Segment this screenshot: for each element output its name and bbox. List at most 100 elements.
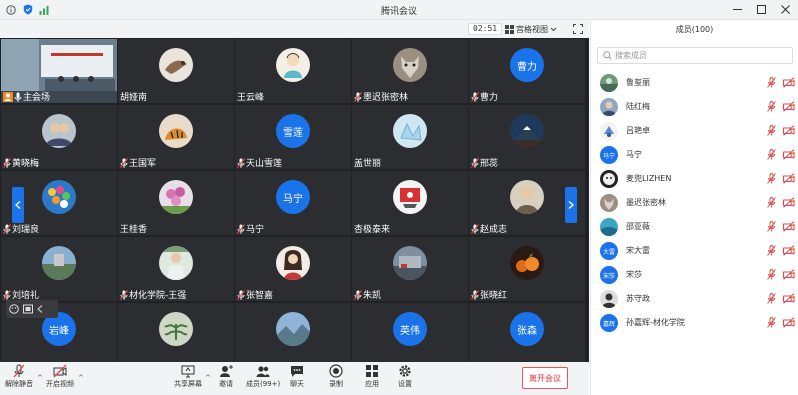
- start-video-button[interactable]: 开启视频: [46, 364, 74, 389]
- tile-name-label: 刘瑞良: [3, 223, 39, 235]
- member-name: 孙嘉辉-材化学院: [626, 318, 685, 327]
- members-button[interactable]: 成员(99+): [246, 364, 280, 389]
- mic-muted-icon: [120, 289, 128, 300]
- member-row[interactable]: 马宁 马宁: [591, 144, 798, 166]
- video-tile[interactable]: 王桂香: [118, 171, 234, 235]
- prev-page-button[interactable]: [12, 187, 24, 223]
- avatar: 马宁: [276, 180, 310, 214]
- video-tile[interactable]: 雪莲 天山雪莲: [235, 105, 351, 169]
- member-row[interactable]: 陆红梅: [591, 96, 798, 118]
- video-tile[interactable]: 张晓红: [469, 237, 585, 301]
- invite-button[interactable]: 邀请: [219, 364, 233, 389]
- camera-off-icon: [783, 77, 795, 88]
- next-page-button[interactable]: [565, 187, 577, 223]
- close-icon[interactable]: [778, 2, 792, 16]
- mic-muted-icon: [237, 223, 245, 234]
- video-tile[interactable]: 王国军: [118, 105, 234, 169]
- member-row[interactable]: 苏守政: [591, 288, 798, 310]
- member-row[interactable]: 邵亚薇: [591, 216, 798, 238]
- layout-icon: [23, 304, 33, 314]
- fullscreen-icon[interactable]: [573, 24, 583, 34]
- mic-muted-icon: [13, 364, 25, 378]
- video-tile[interactable]: 刘培礼: [1, 237, 117, 301]
- member-row[interactable]: 嘉辉 孙嘉辉-材化学院: [591, 312, 798, 334]
- member-row[interactable]: 宋莎 宋莎: [591, 264, 798, 286]
- record-button[interactable]: 录制: [329, 364, 343, 389]
- chevron-down-icon: [550, 27, 557, 31]
- camera-off-icon: [783, 293, 795, 304]
- video-tile[interactable]: 王云峰: [235, 39, 351, 103]
- video-tile[interactable]: 邢蕊: [469, 105, 585, 169]
- tile-name: 朱凯: [363, 291, 382, 301]
- video-options-chevron[interactable]: ^: [78, 374, 84, 382]
- maximize-icon[interactable]: [754, 2, 768, 16]
- video-tile[interactable]: 墨迟张密林: [352, 39, 468, 103]
- video-tile[interactable]: 英伟: [352, 303, 468, 362]
- tile-name-label: 邢蕊: [471, 157, 498, 169]
- self-view-controls[interactable]: [6, 300, 58, 318]
- video-tile[interactable]: 杏极泰来: [352, 171, 468, 235]
- unmute-label: 解除静音: [5, 380, 33, 388]
- audio-options-chevron[interactable]: ^: [37, 374, 43, 382]
- tile-name-label: 墨迟张密林: [354, 91, 408, 103]
- member-avatar: 嘉辉: [600, 314, 618, 332]
- member-row[interactable]: 鲁玺丽: [591, 72, 798, 94]
- chat-button[interactable]: 聊天: [290, 364, 304, 389]
- video-tile[interactable]: 马宁 马宁: [235, 171, 351, 235]
- mic-muted-icon: [471, 91, 479, 102]
- share-screen-button[interactable]: 共享屏幕: [174, 364, 202, 389]
- camera-off-icon: [783, 125, 795, 136]
- chat-icon: [291, 366, 303, 377]
- settings-label: 设置: [398, 380, 412, 388]
- avatar: [159, 246, 193, 280]
- leave-meeting-button[interactable]: 离开会议: [522, 367, 568, 389]
- tile-name-label: 盖世丽: [354, 157, 381, 169]
- mic-muted-icon: [237, 289, 245, 300]
- mic-icon: [14, 92, 22, 102]
- member-row[interactable]: 大雷 宋大雷: [591, 240, 798, 262]
- apps-icon: [366, 365, 378, 377]
- mic-muted-icon: [767, 317, 776, 328]
- video-tile[interactable]: [118, 303, 234, 362]
- video-tile[interactable]: 胡娅南: [118, 39, 234, 103]
- avatar: 曹力: [510, 48, 544, 82]
- avatar: [159, 114, 193, 148]
- tile-name-label: 马宁: [237, 223, 265, 235]
- meeting-timer: 02:51: [468, 23, 503, 35]
- video-tile[interactable]: 黄晓梅: [1, 105, 117, 169]
- camera-off-icon: [783, 101, 795, 112]
- member-row[interactable]: 吕艳卓: [591, 120, 798, 142]
- members-icon: [256, 366, 270, 377]
- video-tile[interactable]: 张森: [469, 303, 585, 362]
- member-search[interactable]: [597, 47, 793, 64]
- view-mode-button[interactable]: 宫格视图: [505, 23, 557, 35]
- tile-name-label: 刘培礼: [3, 289, 39, 301]
- member-search-input[interactable]: [615, 51, 785, 60]
- unmute-button[interactable]: 解除静音: [5, 364, 33, 389]
- minimize-icon[interactable]: [730, 2, 744, 16]
- member-row[interactable]: 麦兜LIZHEN: [591, 168, 798, 190]
- apps-button[interactable]: 应用: [365, 364, 379, 389]
- tile-name: 赵成志: [480, 225, 508, 235]
- mic-muted-icon: [471, 289, 479, 300]
- video-tile[interactable]: 曹力 曹力: [469, 39, 585, 103]
- video-tile-main-room[interactable]: 主会场: [1, 39, 117, 103]
- avatar: [276, 312, 310, 346]
- share-options-chevron[interactable]: ^: [205, 374, 211, 382]
- video-tile[interactable]: [235, 303, 351, 362]
- tile-name: 主会场: [23, 93, 51, 103]
- video-tile[interactable]: 盖世丽: [352, 105, 468, 169]
- chevron-right-icon: [568, 201, 574, 209]
- tile-name-label: 张智嘉: [237, 289, 273, 301]
- avatar: [393, 114, 427, 148]
- camera-off-icon: [783, 149, 795, 160]
- mic-muted-icon: [767, 269, 776, 280]
- video-tile[interactable]: 张智嘉: [235, 237, 351, 301]
- video-tile[interactable]: 朱凯: [352, 237, 468, 301]
- tile-name: 马宁: [246, 225, 265, 235]
- video-tile[interactable]: 材化学院-王强: [118, 237, 234, 301]
- settings-button[interactable]: 设置: [398, 364, 412, 389]
- tile-name: 张晓红: [480, 291, 508, 301]
- member-row[interactable]: 墨迟张密林: [591, 192, 798, 214]
- chevron-left-icon: [15, 201, 21, 209]
